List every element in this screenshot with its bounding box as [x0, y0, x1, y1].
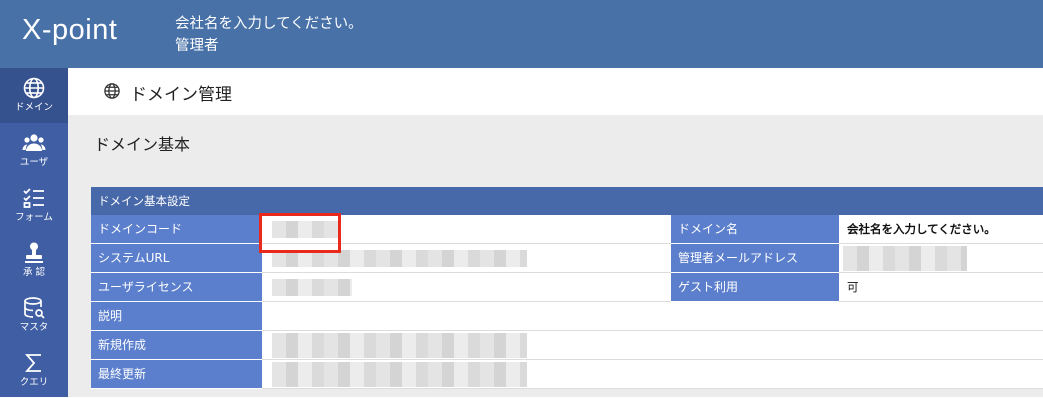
- user-role: 管理者: [175, 38, 219, 54]
- field-label-description: 説明: [91, 302, 262, 331]
- field-label-guest-use: ゲスト利用: [671, 273, 839, 302]
- nav-label: クエリ: [19, 377, 49, 388]
- nav-label: ドメイン: [14, 102, 53, 113]
- globe-icon: [103, 82, 121, 100]
- page-title: ドメイン管理: [130, 85, 232, 105]
- field-value-description: [262, 302, 1043, 331]
- table-row: 説明: [91, 302, 1043, 331]
- nav-label: マスタ: [19, 322, 49, 333]
- domain-settings-panel: ドメイン基本設定 ドメインコード ドメイン名 会社名を入力してください。 システ…: [91, 187, 1043, 397]
- field-value-created: [262, 331, 1043, 360]
- table-row: ドメインコード ドメイン名 会社名を入力してください。: [91, 215, 1043, 244]
- redacted-value: [272, 279, 352, 296]
- redacted-value: [272, 333, 527, 358]
- table-row: 新規作成: [91, 331, 1043, 360]
- redacted-value: [843, 246, 967, 271]
- sigma-icon: [22, 351, 46, 375]
- nav-item-users[interactable]: ユーザ: [0, 123, 68, 178]
- page-title-bar: ドメイン管理: [68, 68, 1043, 115]
- nav-item-domain[interactable]: ドメイン: [0, 68, 68, 123]
- main-content: ドメイン基本 ドメイン基本設定 ドメインコード ドメイン名 会社名を入力してくだ…: [68, 115, 1043, 397]
- field-label-domain-code: ドメインコード: [91, 215, 262, 244]
- field-label-domain-name: ドメイン名: [671, 215, 839, 244]
- form-checklist-icon: [22, 186, 46, 210]
- app-header: X-point 会社名を入力してください。 管理者: [0, 0, 1043, 68]
- globe-icon: [22, 76, 46, 100]
- stamp-icon: [22, 241, 46, 265]
- table-row: ユーザライセンス ゲスト利用 可: [91, 273, 1043, 302]
- nav-item-master[interactable]: マスタ: [0, 288, 68, 343]
- field-value-guest-use: 可: [839, 273, 1043, 302]
- users-icon: [22, 131, 46, 155]
- nav-label: 承 認: [22, 267, 46, 278]
- company-info: 会社名を入力してください。 管理者: [175, 13, 363, 57]
- field-value-last-updated: [262, 360, 1043, 389]
- field-label-last-updated: 最終更新: [91, 360, 262, 389]
- company-name: 会社名を入力してください。: [175, 16, 363, 32]
- field-value-domain-name: 会社名を入力してください。: [839, 215, 1043, 244]
- highlight-box: [259, 213, 341, 253]
- panel-header: ドメイン基本設定: [91, 187, 1043, 215]
- section-heading: ドメイン基本: [94, 135, 191, 154]
- table-row: システムURL 管理者メールアドレス: [91, 244, 1043, 273]
- field-label-system-url: システムURL: [91, 244, 262, 273]
- field-value-admin-email: [839, 244, 1043, 273]
- redacted-value: [272, 362, 527, 387]
- nav-label: ユーザ: [19, 157, 49, 168]
- nav-item-form[interactable]: フォーム: [0, 178, 68, 233]
- field-label-admin-email: 管理者メールアドレス: [671, 244, 839, 273]
- nav-label: フォーム: [15, 212, 53, 223]
- database-icon: [22, 296, 46, 320]
- side-navigation: ドメイン ユーザ フォーム 承 認 マスタ クエリ: [0, 68, 68, 397]
- table-row: 最終更新: [91, 360, 1043, 389]
- nav-item-query[interactable]: クエリ: [0, 343, 68, 398]
- xpoint-logo[interactable]: X-point: [22, 14, 117, 47]
- nav-item-approval[interactable]: 承 認: [0, 233, 68, 288]
- field-label-created: 新規作成: [91, 331, 262, 360]
- field-value-user-license: [262, 273, 671, 302]
- field-label-user-license: ユーザライセンス: [91, 273, 262, 302]
